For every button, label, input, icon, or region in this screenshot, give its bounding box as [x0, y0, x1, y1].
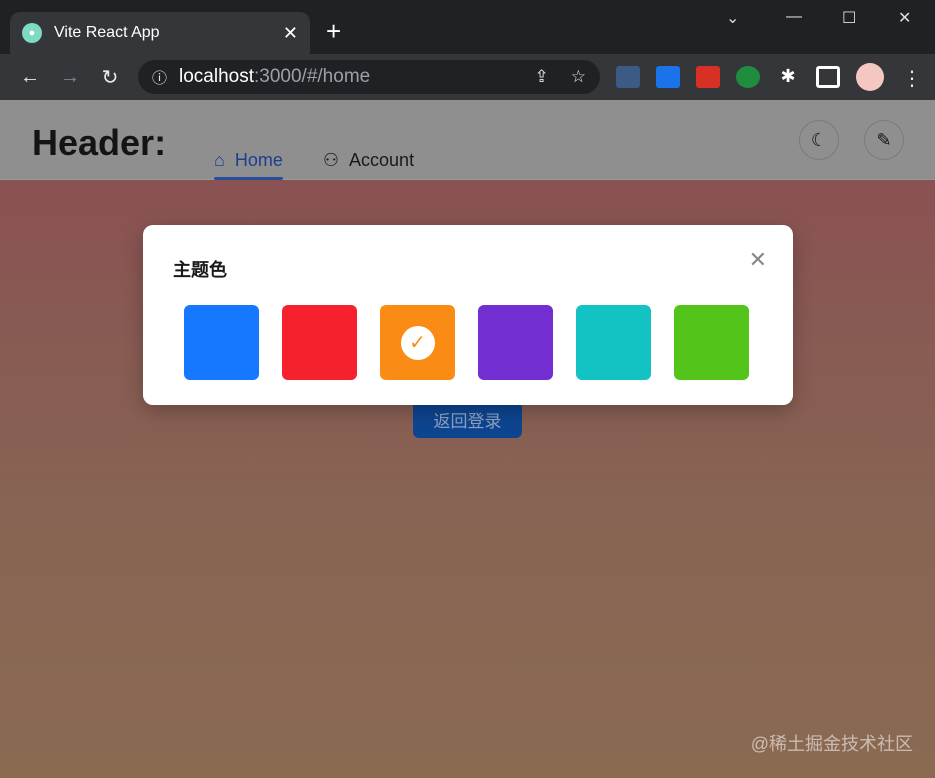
maximize-button[interactable]: ☐ [842, 8, 856, 28]
color-swatch[interactable] [576, 305, 651, 380]
color-swatch[interactable] [674, 305, 749, 380]
home-icon: ⌂ [214, 149, 225, 170]
dark-mode-button[interactable]: ☾ [799, 120, 839, 160]
browser-toolbar: ← → ↻ ⓘ localhost:3000/#/home ⇪ ☆ ✱ ⋮ [0, 54, 935, 100]
site-info-icon[interactable]: ⓘ [152, 67, 167, 88]
modal-title: 主题色 [173, 260, 227, 280]
react-devtools-extension-icon[interactable] [696, 66, 720, 88]
new-tab-button[interactable]: + [326, 18, 341, 44]
tab-title: Vite React App [54, 24, 160, 41]
page-content: Header: ⌂ Home ⚇ Account ☾ ✎ 返回登录 @稀土掘金技术社… [0, 100, 935, 778]
check-icon: ✓ [400, 325, 435, 360]
nav-menu: ⌂ Home ⚇ Account [214, 140, 414, 180]
color-swatches: ✓ [184, 305, 749, 380]
menu-item-home[interactable]: ⌂ Home [214, 140, 283, 180]
url-host: localhost [179, 66, 255, 87]
side-panel-icon[interactable] [816, 66, 840, 88]
tab-strip: ● Vite React App ✕ + ⌄ — ☐ ✕ [0, 0, 935, 54]
theme-color-modal: 主题色 ✕ ✓ [143, 225, 793, 405]
url-path: :3000/#/home [254, 66, 371, 87]
user-icon: ⚇ [322, 149, 340, 170]
color-swatch[interactable]: ✓ [380, 305, 455, 380]
share-icon[interactable]: ⇪ [535, 67, 549, 87]
watermark: @稀土掘金技术社区 [750, 734, 913, 754]
forward-icon[interactable]: → [50, 66, 90, 89]
target-extension-icon[interactable] [736, 66, 760, 88]
eyedropper-extension-icon[interactable] [616, 66, 640, 88]
color-swatch[interactable] [478, 305, 553, 380]
back-to-login-button[interactable]: 返回登录 [413, 401, 522, 438]
app-header: Header: ⌂ Home ⚇ Account ☾ ✎ [0, 100, 935, 180]
tab-close-icon[interactable]: ✕ [283, 23, 298, 44]
menu-item-label: Home [234, 149, 283, 170]
menu-kebab-icon[interactable]: ⋮ [900, 66, 924, 90]
window-close-button[interactable]: ✕ [898, 8, 911, 28]
tab-search-icon[interactable]: ⌄ [726, 8, 739, 28]
color-swatch[interactable] [184, 305, 259, 380]
theme-color-button[interactable]: ✎ [864, 120, 904, 160]
bookmark-star-icon[interactable]: ☆ [571, 67, 586, 87]
back-icon[interactable]: ← [10, 66, 50, 89]
palette-icon: ✎ [876, 129, 892, 150]
color-swatch[interactable] [282, 305, 357, 380]
address-bar[interactable]: ⓘ localhost:3000/#/home ⇪ ☆ [138, 60, 600, 94]
menu-item-label: Account [349, 149, 415, 170]
vite-favicon-icon: ● [22, 23, 42, 43]
moon-icon: ☾ [810, 129, 828, 150]
modal-close-icon[interactable]: ✕ [749, 247, 767, 273]
header-title: Header: [32, 122, 167, 163]
reload-icon[interactable]: ↻ [90, 65, 130, 90]
browser-tab[interactable]: ● Vite React App ✕ [10, 12, 310, 54]
extensions-puzzle-icon[interactable]: ✱ [776, 66, 800, 88]
minimize-button[interactable]: — [786, 8, 802, 26]
s-extension-icon[interactable] [656, 66, 680, 88]
menu-item-account[interactable]: ⚇ Account [323, 140, 414, 180]
profile-avatar[interactable] [856, 63, 884, 91]
